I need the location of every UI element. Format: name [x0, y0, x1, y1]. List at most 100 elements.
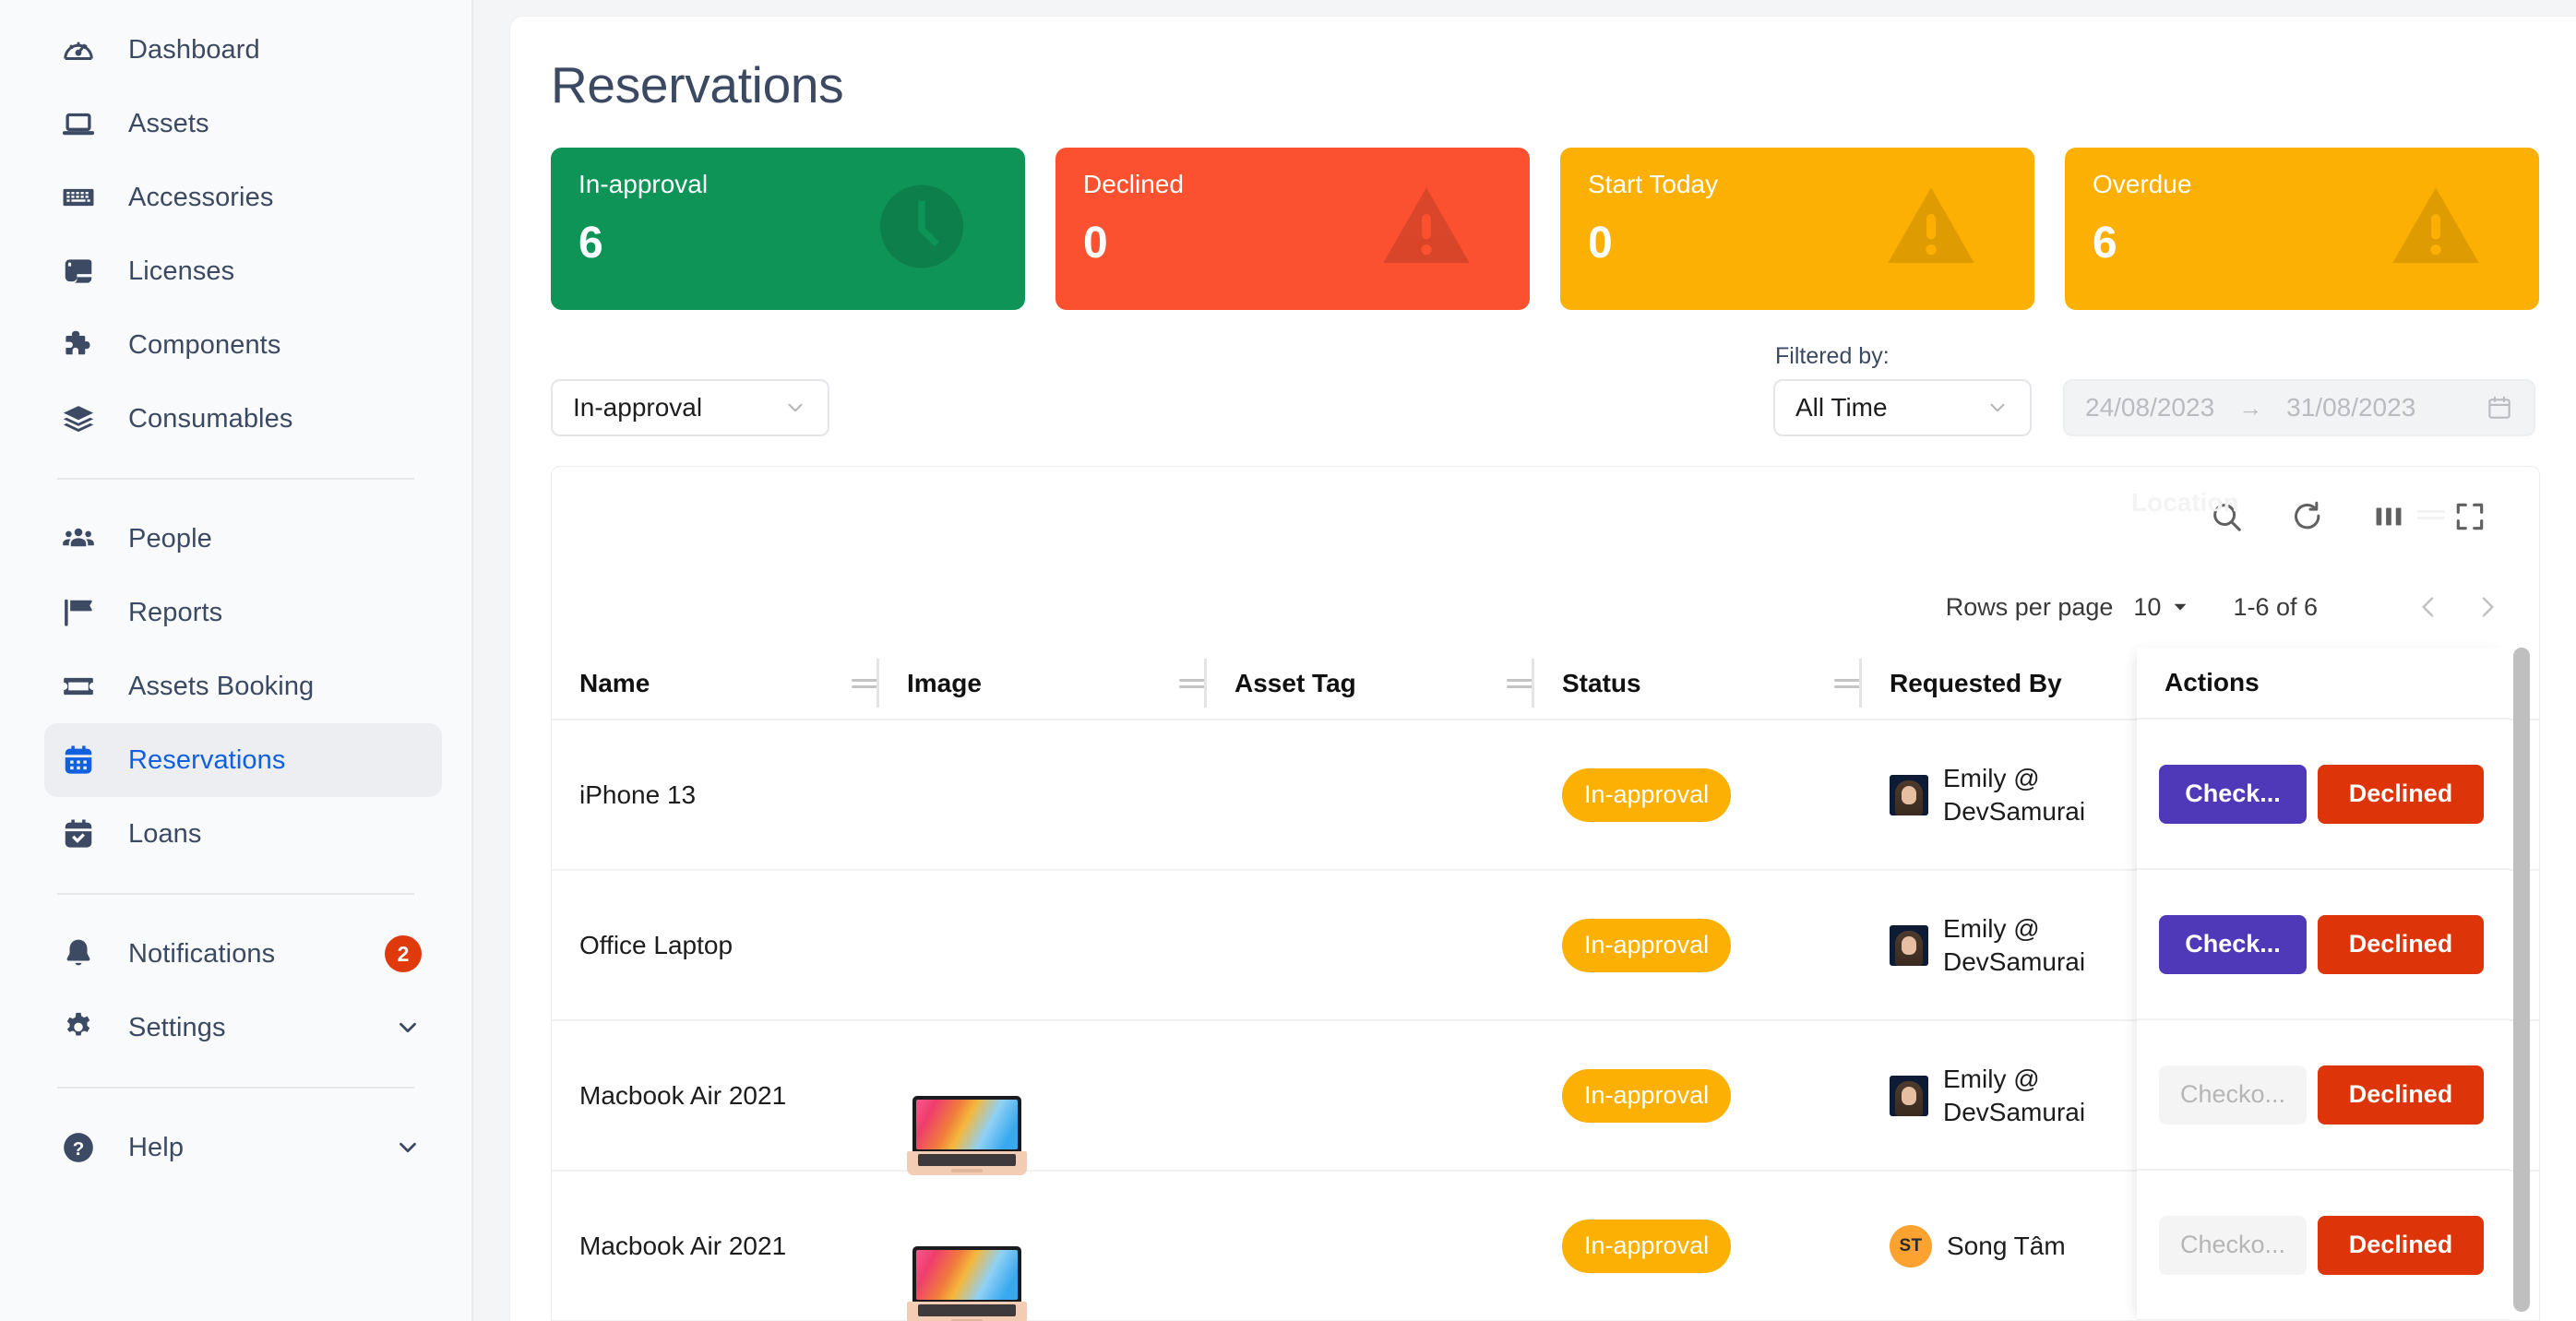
bell-icon: [57, 933, 100, 975]
column-label: Asset Tag: [1234, 668, 1356, 697]
status-badge: In-approval: [1562, 1068, 1732, 1123]
avatar: ST: [1890, 1224, 1932, 1267]
next-page-button[interactable]: [2473, 592, 2502, 622]
column-header-status[interactable]: Status: [1534, 648, 1862, 720]
calendar-icon: [2486, 394, 2513, 422]
help-circle-icon: ?: [57, 1126, 100, 1169]
sidebar-item-loans[interactable]: Loans: [44, 797, 442, 871]
sidebar-item-assets[interactable]: Assets: [44, 87, 442, 161]
stat-card-declined[interactable]: Declined 0: [1055, 148, 1530, 310]
table-vertical-scrollbar[interactable]: [2513, 648, 2530, 1321]
date-range-picker[interactable]: 24/08/2023 → 31/08/2023: [2063, 379, 2535, 436]
previous-page-button[interactable]: [2414, 592, 2443, 622]
avatar: [1890, 924, 1928, 966]
cell-asset-tag: [1207, 1171, 1534, 1321]
sidebar-item-reports[interactable]: Reports: [44, 576, 442, 649]
time-range-select[interactable]: All Time: [1773, 379, 2032, 436]
cell-requested-by: Emily @ DevSamurai: [1862, 720, 2176, 871]
chevron-down-icon[interactable]: [394, 1134, 422, 1161]
requester-name: Emily @ DevSamurai: [1943, 1064, 2086, 1126]
checkout-button: Checko...: [2159, 1215, 2307, 1275]
sidebar-item-notifications[interactable]: Notifications 2: [44, 917, 442, 991]
date-range-arrow-icon: →: [2238, 393, 2263, 422]
stat-label: Declined: [1083, 170, 1184, 198]
status-badge: In-approval: [1562, 768, 1732, 822]
sidebar-divider-3: [57, 1087, 414, 1089]
column-label: Requested By: [1890, 668, 2062, 697]
page-title: Reservations: [551, 56, 844, 113]
puzzle-icon: [57, 324, 100, 366]
resize-handle-icon[interactable]: [852, 675, 879, 692]
avatar: [1890, 774, 1928, 815]
column-label: Status: [1562, 668, 1641, 697]
decline-button[interactable]: Declined: [2318, 1065, 2484, 1125]
status-filter-value: In-approval: [573, 393, 703, 422]
cell-image: [879, 870, 1207, 1021]
rows-per-page-value[interactable]: 10: [2133, 593, 2161, 622]
checkout-button[interactable]: Check...: [2159, 764, 2307, 824]
ghost-location-label: Location: [2131, 488, 2239, 517]
table-pagination: Rows per page 10 1-6 of 6: [552, 566, 2539, 648]
stat-cards: In-approval 6 Declined 0 Start Today 0 O…: [510, 114, 2576, 310]
cell-status: In-approval: [1534, 1020, 1862, 1172]
decline-button[interactable]: Declined: [2318, 1215, 2484, 1275]
column-header-requested-by[interactable]: Requested By: [1862, 648, 2176, 720]
cell-requested-by: Emily @ DevSamurai: [1862, 870, 2176, 1021]
sidebar-item-accessories[interactable]: Accessories: [44, 161, 442, 234]
sidebar-item-licenses[interactable]: Licenses: [44, 234, 442, 308]
sidebar-item-settings[interactable]: Settings: [44, 991, 442, 1065]
stat-value: 0: [1588, 219, 1613, 268]
resize-handle-icon[interactable]: [1834, 675, 1862, 692]
column-header-asset-tag[interactable]: Asset Tag: [1207, 648, 1534, 720]
ticket-icon: [57, 665, 100, 708]
sidebar-item-label: Licenses: [128, 256, 235, 286]
caret-down-icon[interactable]: [2170, 597, 2190, 617]
time-filter-group: Filtered by: All Time: [1773, 343, 2032, 436]
gear-icon: [57, 1006, 100, 1049]
sidebar-divider-2: [57, 893, 414, 895]
resize-handle-icon[interactable]: [1507, 675, 1534, 692]
status-filter-select[interactable]: In-approval: [551, 379, 829, 436]
column-header-name[interactable]: Name: [552, 648, 879, 720]
status-badge: In-approval: [1562, 1219, 1732, 1273]
sidebar-item-consumables[interactable]: Consumables: [44, 382, 442, 456]
sidebar-item-assets-booking[interactable]: Assets Booking: [44, 649, 442, 723]
column-header-image[interactable]: Image: [879, 648, 1207, 720]
sidebar-item-reservations[interactable]: Reservations: [44, 723, 442, 797]
decline-button[interactable]: Declined: [2318, 914, 2484, 974]
checkout-button: Checko...: [2159, 1065, 2307, 1125]
stat-label: Start Today: [1588, 170, 1719, 198]
stat-value: 6: [578, 219, 603, 268]
chevron-down-icon[interactable]: [394, 1014, 422, 1041]
sidebar: Dashboard Assets Accessories Licenses Co…: [0, 0, 473, 1321]
column-header-actions: Actions: [2137, 648, 2510, 720]
cell-asset-tag: [1207, 870, 1534, 1021]
checkout-button[interactable]: Check...: [2159, 914, 2307, 974]
column-label: Image: [907, 668, 982, 697]
cell-status: In-approval: [1534, 1171, 1862, 1321]
calendar-check-icon: [57, 813, 100, 855]
resize-handle-icon[interactable]: [1179, 675, 1207, 692]
stat-card-in-approval[interactable]: In-approval 6: [551, 148, 1025, 310]
date-from-value: 24/08/2023: [2085, 393, 2215, 422]
stat-card-overdue[interactable]: Overdue 6: [2065, 148, 2539, 310]
sidebar-item-help[interactable]: ? Help: [44, 1111, 442, 1184]
license-icon: [57, 250, 100, 292]
notifications-badge: 2: [385, 935, 422, 972]
cell-asset-tag: [1207, 1020, 1534, 1172]
sidebar-item-components[interactable]: Components: [44, 308, 442, 382]
sidebar-item-label: People: [128, 523, 212, 553]
stat-label: In-approval: [578, 170, 709, 198]
sidebar-item-people[interactable]: People: [44, 502, 442, 576]
scrollbar-thumb[interactable]: [2513, 648, 2530, 1312]
filter-bar: In-approval Filtered by: All Time 24/08/…: [510, 310, 2576, 436]
requester-name: Emily @ DevSamurai: [1943, 913, 2086, 976]
sidebar-item-label: Loans: [128, 818, 202, 849]
sidebar-item-dashboard[interactable]: Dashboard: [44, 13, 442, 87]
chevron-down-icon: [783, 396, 807, 420]
main-content: Reservations In-approval 6 Declined 0 St…: [473, 0, 2576, 1321]
cell-name: Office Laptop: [552, 870, 879, 1021]
stat-card-start-today[interactable]: Start Today 0: [1560, 148, 2034, 310]
decline-button[interactable]: Declined: [2318, 764, 2484, 824]
sidebar-item-label: Consumables: [128, 403, 293, 434]
